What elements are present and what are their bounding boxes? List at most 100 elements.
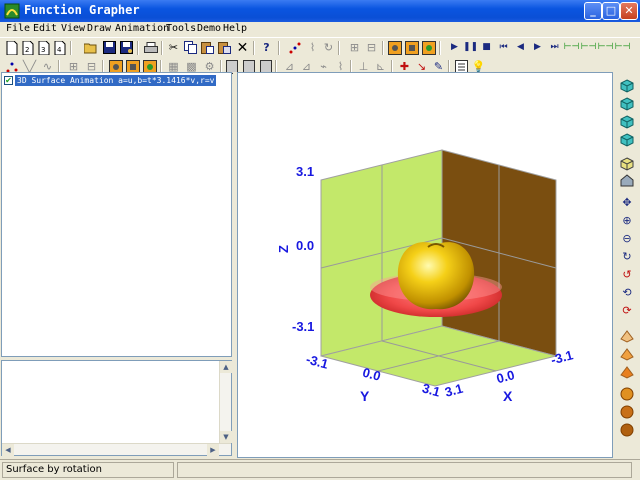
separator	[439, 41, 441, 55]
main-toolbar: 2 3 4 ✂ ✕ ? ⌇ ↻ ⊞ ⊟ ▶ ❚❚ ■ ⏮ ◀ ▶ ⏭ ⊢⊣ ⊢⊣…	[0, 37, 640, 57]
scroll-up-icon[interactable]: ▲	[220, 361, 232, 373]
cube-icon[interactable]	[619, 78, 635, 94]
properties-panel: ▲ ▼ ◀ ▶	[1, 360, 232, 456]
color-icon[interactable]	[387, 40, 402, 55]
new-icon[interactable]	[4, 40, 19, 55]
rotate-icon[interactable]: ↻	[619, 248, 635, 264]
surface-apple	[397, 242, 475, 310]
zoom-in-icon[interactable]: ⊕	[619, 212, 635, 228]
rotate-icon[interactable]: ↺	[619, 266, 635, 282]
play-icon[interactable]: ▶	[447, 40, 462, 55]
y-tick-label: 3.1	[421, 380, 442, 399]
graph-tool-icon[interactable]: ⊞	[347, 40, 362, 55]
stop-icon[interactable]: ■	[479, 40, 494, 55]
scroll-left-icon[interactable]: ◀	[2, 444, 14, 456]
new-icon[interactable]: 2	[20, 40, 35, 55]
mesh-icon[interactable]	[619, 364, 635, 380]
tree-item[interactable]: ✔ 3D Surface Animation a=u,b=t*3.1416*v,…	[4, 74, 230, 86]
open-icon[interactable]	[84, 40, 99, 55]
last-icon[interactable]: ⏭	[547, 40, 562, 55]
rotate-icon[interactable]: ⟳	[619, 302, 635, 318]
x-axis-label: X	[503, 388, 513, 404]
cube-icon[interactable]	[619, 156, 635, 172]
window-title: Function Grapher	[24, 3, 140, 17]
step-icon[interactable]: ⊢⊣	[598, 40, 614, 55]
prev-icon[interactable]: ◀	[513, 40, 528, 55]
svg-text:4: 4	[57, 46, 62, 54]
print-icon[interactable]	[143, 40, 158, 55]
close-button[interactable]: ✕	[620, 2, 638, 20]
menu-help[interactable]: Help	[223, 23, 247, 34]
separator	[278, 41, 280, 55]
separator	[382, 41, 384, 55]
rotate-icon[interactable]: ⟲	[619, 284, 635, 300]
maximize-button[interactable]: □	[602, 2, 620, 20]
paste-special-icon[interactable]	[217, 40, 232, 55]
points-icon[interactable]	[287, 40, 302, 55]
zoom-out-icon[interactable]: ⊖	[619, 230, 635, 246]
sphere-icon[interactable]	[619, 422, 635, 438]
menu-demo[interactable]: Demo	[197, 23, 221, 34]
cube-icon[interactable]	[619, 96, 635, 112]
pause-icon[interactable]: ❚❚	[463, 40, 478, 55]
copy-icon[interactable]	[183, 40, 198, 55]
separator	[253, 41, 255, 55]
cube-icon[interactable]	[619, 114, 635, 130]
graph-3d[interactable]: 3.1 0.0 -3.1 Z -3.1 0.0 3.1 Y 3.1 0.0 -3…	[238, 73, 613, 458]
save-icon[interactable]	[102, 40, 117, 55]
menu-draw[interactable]: Draw	[87, 23, 111, 34]
first-icon[interactable]: ⏮	[496, 40, 511, 55]
move-icon[interactable]: ✥	[619, 194, 635, 210]
color-icon[interactable]	[421, 40, 436, 55]
sphere-icon[interactable]	[619, 404, 635, 420]
item-checkbox[interactable]: ✔	[4, 75, 13, 85]
save-as-icon[interactable]	[119, 40, 134, 55]
minimize-button[interactable]: _	[584, 2, 602, 20]
step-icon[interactable]: ⊢⊣	[581, 40, 597, 55]
menu-file[interactable]: File	[6, 23, 30, 34]
separator	[70, 41, 72, 55]
vertical-scrollbar[interactable]: ▲ ▼	[219, 361, 232, 455]
menu-tools[interactable]: Tools	[166, 23, 196, 34]
z-axis-label: Z	[276, 245, 291, 253]
next-icon[interactable]: ▶	[530, 40, 545, 55]
status-text: Surface by rotation	[2, 462, 174, 478]
help-icon[interactable]: ?	[259, 40, 274, 55]
new-icon[interactable]: 4	[52, 40, 67, 55]
cut-icon[interactable]: ✂	[166, 40, 181, 55]
graph-icon[interactable]: ⌇	[305, 40, 320, 55]
home-icon[interactable]	[619, 172, 635, 188]
sphere-icon[interactable]	[619, 386, 635, 402]
new-icon[interactable]: 3	[36, 40, 51, 55]
y-tick-label: 0.0	[361, 365, 382, 384]
step-icon[interactable]: ⊢⊣	[564, 40, 580, 55]
x-tick-label: 0.0	[495, 367, 516, 386]
refresh-icon[interactable]: ↻	[321, 40, 336, 55]
status-bar: Surface by rotation	[0, 459, 640, 480]
menu-view[interactable]: View	[61, 23, 85, 34]
z-tick-label: 0.0	[296, 238, 314, 253]
menu-edit[interactable]: Edit	[33, 23, 57, 34]
menu-animation[interactable]: Animation	[115, 23, 169, 34]
app-icon	[4, 3, 20, 19]
step-icon[interactable]: ⊢⊣	[615, 40, 631, 55]
svg-text:3: 3	[41, 46, 45, 54]
separator	[161, 41, 163, 55]
paste-icon[interactable]	[200, 40, 215, 55]
scroll-down-icon[interactable]: ▼	[220, 431, 232, 443]
y-axis-label: Y	[360, 388, 370, 404]
menu-bar: File Edit View Draw Animation Tools Demo…	[0, 22, 640, 37]
status-pane	[177, 462, 632, 478]
delete-icon[interactable]: ✕	[235, 40, 250, 55]
horizontal-scrollbar[interactable]: ◀ ▶	[2, 443, 231, 456]
scroll-right-icon[interactable]: ▶	[207, 444, 219, 456]
cube-icon[interactable]	[619, 132, 635, 148]
mesh-icon[interactable]	[619, 346, 635, 362]
graph-tool-icon[interactable]: ⊟	[364, 40, 379, 55]
svg-text:2: 2	[25, 46, 29, 54]
z-tick-label: 3.1	[296, 164, 314, 179]
title-bar: Function Grapher _ □ ✕	[0, 0, 640, 22]
color-icon[interactable]	[404, 40, 419, 55]
mesh-icon[interactable]	[619, 328, 635, 344]
graph-canvas[interactable]: 3.1 0.0 -3.1 Z -3.1 0.0 3.1 Y 3.1 0.0 -3…	[237, 72, 613, 458]
